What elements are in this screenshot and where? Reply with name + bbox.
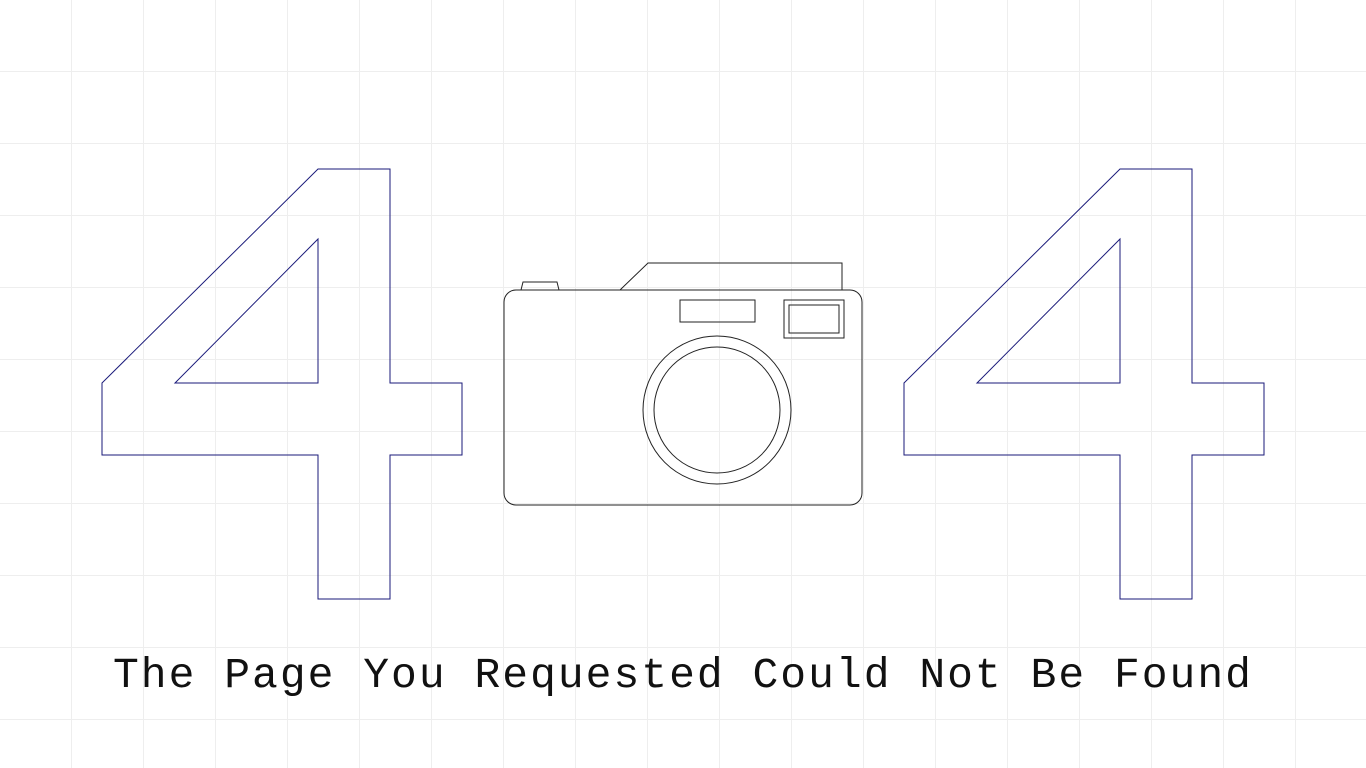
digit-right-four: [903, 168, 1265, 600]
digit-left-four: [101, 168, 463, 600]
camera-icon: [503, 262, 863, 506]
error-message: The Page You Requested Could Not Be Foun…: [113, 651, 1253, 700]
error-page: The Page You Requested Could Not Be Foun…: [0, 0, 1366, 768]
